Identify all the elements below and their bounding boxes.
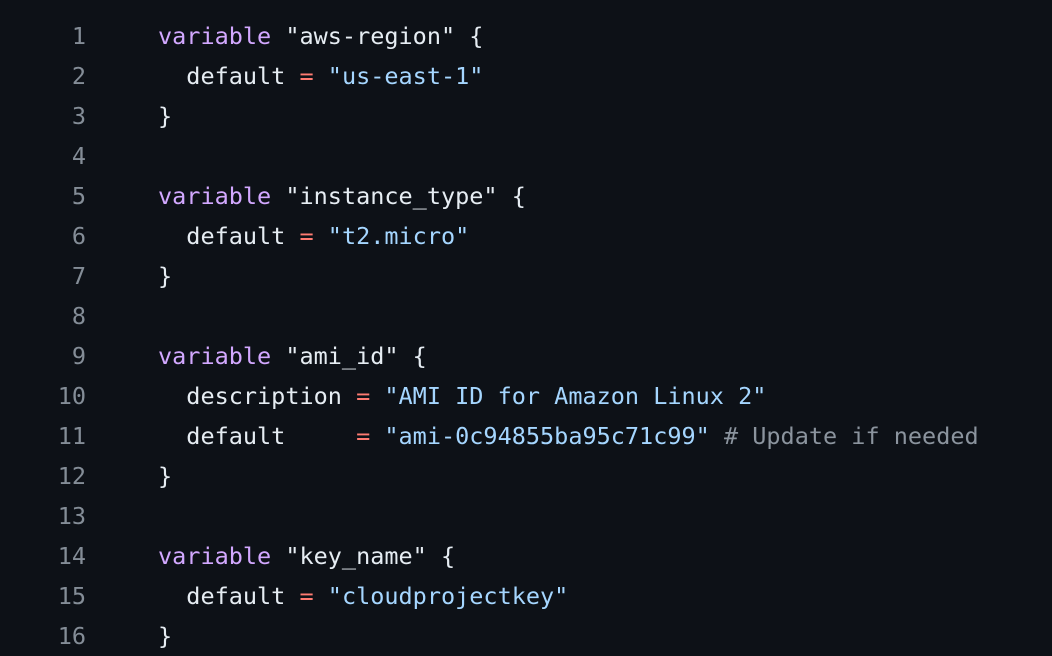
- code-token-plain: "key_name" {: [285, 542, 456, 570]
- code-content: [86, 136, 1052, 176]
- line-number[interactable]: 11: [0, 416, 86, 456]
- code-token-plain: }: [158, 462, 173, 490]
- code-line: 3}: [0, 96, 1052, 136]
- code-content: variable "aws-region" {: [86, 16, 1052, 56]
- code-line: 7}: [0, 256, 1052, 296]
- line-number[interactable]: 15: [0, 576, 86, 616]
- code-line: 14 variable "key_name" {: [0, 536, 1052, 576]
- code-token-plain: }: [158, 622, 173, 650]
- code-token-kw: variable: [158, 342, 272, 370]
- code-line: 13: [0, 496, 1052, 536]
- code-content: default = "us-east-1": [86, 56, 1052, 96]
- code-token-kw: variable: [158, 542, 272, 570]
- code-token-plain: default: [158, 582, 300, 610]
- line-number[interactable]: 14: [0, 536, 86, 576]
- code-token-plain: default: [158, 62, 300, 90]
- code-content: default = "t2.micro": [86, 216, 1052, 256]
- code-token-plain: }: [158, 102, 173, 130]
- code-line: 12}: [0, 456, 1052, 496]
- code-token-plain: "instance_type" {: [285, 182, 526, 210]
- code-line: 2 default = "us-east-1": [0, 56, 1052, 96]
- code-content: }: [86, 256, 1052, 296]
- code-token-plain: }: [158, 262, 173, 290]
- code-token-plain: description: [158, 382, 357, 410]
- code-token-kw: variable: [158, 22, 272, 50]
- line-number[interactable]: 7: [0, 256, 86, 296]
- line-number[interactable]: 8: [0, 296, 86, 336]
- line-number[interactable]: 1: [0, 16, 86, 56]
- code-token-str: "AMI ID for Amazon Linux 2": [384, 382, 767, 410]
- code-view: 1 variable "aws-region" {2 default = "us-…: [0, 16, 1052, 656]
- code-content: [86, 496, 1052, 536]
- code-line: 4: [0, 136, 1052, 176]
- code-content: variable "ami_id" {: [86, 336, 1052, 376]
- code-line: 6 default = "t2.micro": [0, 216, 1052, 256]
- code-token-op: =: [299, 582, 314, 610]
- code-line: 10 description = "AMI ID for Amazon Linu…: [0, 376, 1052, 416]
- line-number[interactable]: 3: [0, 96, 86, 136]
- line-number[interactable]: 13: [0, 496, 86, 536]
- code-token-cm: # Update if needed: [723, 422, 979, 450]
- code-line: 5 variable "instance_type" {: [0, 176, 1052, 216]
- line-number[interactable]: 10: [0, 376, 86, 416]
- code-token-str: "t2.micro": [327, 222, 470, 250]
- code-content: variable "instance_type" {: [86, 176, 1052, 216]
- code-line: 9 variable "ami_id" {: [0, 336, 1052, 376]
- code-token-plain: "ami_id" {: [285, 342, 427, 370]
- code-content: default = "cloudprojectkey": [86, 576, 1052, 616]
- code-content: }: [86, 616, 1052, 656]
- code-line: 15 default = "cloudprojectkey": [0, 576, 1052, 616]
- code-line: 11 default = "ami-0c94855ba95c71c99" # U…: [0, 416, 1052, 456]
- line-number[interactable]: 9: [0, 336, 86, 376]
- code-token-str: "cloudprojectkey": [327, 582, 569, 610]
- code-token-op: =: [356, 422, 371, 450]
- code-content: variable "key_name" {: [86, 536, 1052, 576]
- line-number[interactable]: 16: [0, 616, 86, 656]
- line-number[interactable]: 5: [0, 176, 86, 216]
- code-token-kw: variable: [158, 182, 272, 210]
- code-token-str: "us-east-1": [327, 62, 484, 90]
- code-token-plain: default: [158, 222, 300, 250]
- code-content: [86, 296, 1052, 336]
- code-line: 1 variable "aws-region" {: [0, 16, 1052, 56]
- code-token-op: =: [299, 222, 314, 250]
- code-content: default = "ami-0c94855ba95c71c99" # Upda…: [86, 416, 1052, 456]
- line-number[interactable]: 12: [0, 456, 86, 496]
- code-token-str: "ami-0c94855ba95c71c99": [384, 422, 710, 450]
- code-line: 8: [0, 296, 1052, 336]
- code-line: 16}: [0, 616, 1052, 656]
- code-token-plain: "aws-region" {: [285, 22, 484, 50]
- code-content: }: [86, 456, 1052, 496]
- line-number[interactable]: 2: [0, 56, 86, 96]
- code-content: }: [86, 96, 1052, 136]
- code-token-op: =: [299, 62, 314, 90]
- code-token-op: =: [356, 382, 371, 410]
- line-number[interactable]: 4: [0, 136, 86, 176]
- code-content: description = "AMI ID for Amazon Linux 2…: [86, 376, 1052, 416]
- line-number[interactable]: 6: [0, 216, 86, 256]
- code-token-plain: default: [158, 422, 357, 450]
